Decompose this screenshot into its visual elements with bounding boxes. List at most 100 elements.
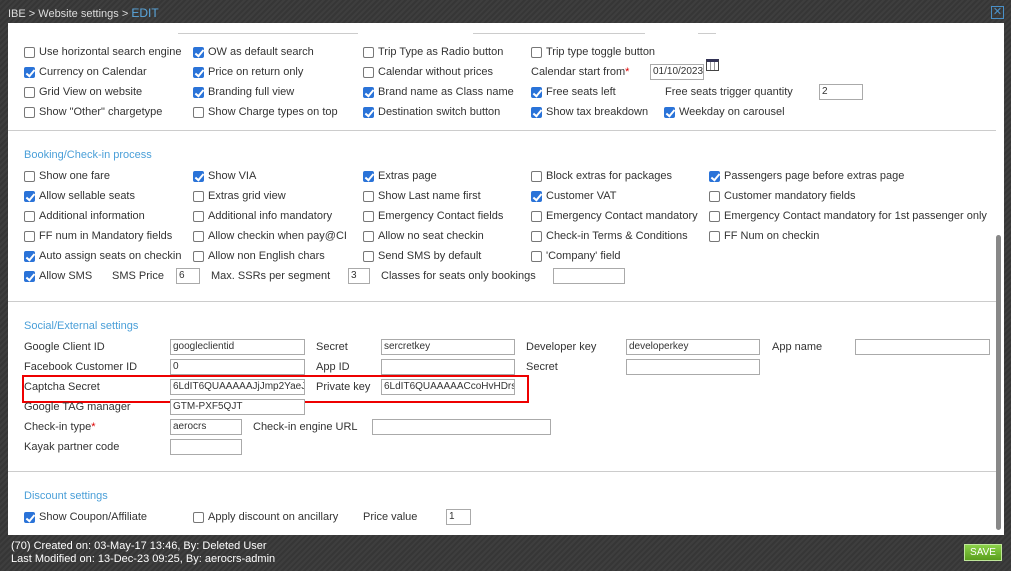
text-input[interactable] [855,339,990,355]
checkbox-icon[interactable] [531,230,542,242]
checkbox-calendar-without-prices[interactable]: Calendar without prices [363,65,493,79]
checkbox-icon[interactable] [363,170,374,182]
checkbox-allow-sms[interactable]: Allow SMS [24,269,92,283]
checkbox-icon[interactable] [193,250,204,262]
checkbox-show-last-name-first[interactable]: Show Last name first [363,189,481,203]
checkbox-emergency-contact-mandatory[interactable]: Emergency Contact mandatory [531,209,698,223]
save-button[interactable]: SAVE [964,544,1002,561]
close-icon[interactable]: ✕ [991,6,1004,19]
checkbox-icon[interactable] [531,210,542,222]
checkbox-additional-information[interactable]: Additional information [24,209,145,223]
checkbox-icon[interactable] [193,190,204,202]
checkbox-send-sms-by-default[interactable]: Send SMS by default [363,249,481,263]
text-input[interactable] [170,439,242,455]
checkbox-icon[interactable] [193,46,204,58]
checkbox-free-seats-left[interactable]: Free seats left [531,85,616,99]
checkbox-icon[interactable] [193,66,204,78]
checkbox-icon[interactable] [193,210,204,222]
checkbox-icon[interactable] [24,230,35,242]
checkbox-icon[interactable] [24,66,35,78]
checkbox-show-via[interactable]: Show VIA [193,169,256,183]
checkbox-show-other-chargetype[interactable]: Show "Other" chargetype [24,105,162,119]
text-input[interactable] [626,359,760,375]
checkbox-icon[interactable] [24,106,35,118]
checkbox-apply-discount-on-ancillary[interactable]: Apply discount on ancillary [193,510,338,524]
checkbox-icon[interactable] [709,170,720,182]
checkbox-icon[interactable] [193,511,204,523]
checkbox-check-in-terms-conditions[interactable]: Check-in Terms & Conditions [531,229,688,243]
checkbox-company-field[interactable]: 'Company' field [531,249,621,263]
checkbox-icon[interactable] [24,190,35,202]
checkbox-icon[interactable] [363,106,374,118]
checkbox-branding-full-view[interactable]: Branding full view [193,85,294,99]
checkbox-extras-page[interactable]: Extras page [363,169,437,183]
checkbox-ff-num-on-checkin[interactable]: FF Num on checkin [709,229,819,243]
checkbox-icon[interactable] [531,46,542,58]
checkbox-icon[interactable] [664,106,675,118]
checkbox-icon[interactable] [363,190,374,202]
checkbox-weekday-on-carousel[interactable]: Weekday on carousel [664,105,785,119]
checkbox-allow-no-seat-checkin[interactable]: Allow no seat checkin [363,229,484,243]
checkbox-block-extras-for-packages[interactable]: Block extras for packages [531,169,672,183]
checkbox-icon[interactable] [709,210,720,222]
checkbox-icon[interactable] [531,250,542,262]
checkbox-allow-checkin-when-pay-ci[interactable]: Allow checkin when pay@CI [193,229,347,243]
text-input[interactable]: sercretkey [381,339,515,355]
checkbox-show-coupon-affiliate[interactable]: Show Coupon/Affiliate [24,510,147,524]
checkbox-show-tax-breakdown[interactable]: Show tax breakdown [531,105,648,119]
checkbox-icon[interactable] [24,86,35,98]
checkbox-icon[interactable] [363,230,374,242]
text-input[interactable] [372,419,551,435]
checkbox-allow-non-english-chars[interactable]: Allow non English chars [193,249,325,263]
text-input[interactable]: 0 [170,359,305,375]
text-input[interactable]: 3 [348,268,370,284]
checkbox-icon[interactable] [193,86,204,98]
checkbox-extras-grid-view[interactable]: Extras grid view [193,189,286,203]
checkbox-icon[interactable] [193,170,204,182]
checkbox-icon[interactable] [531,190,542,202]
checkbox-icon[interactable] [531,106,542,118]
checkbox-icon[interactable] [24,210,35,222]
checkbox-icon[interactable] [24,511,35,523]
text-input[interactable]: aerocrs [170,419,242,435]
checkbox-icon[interactable] [709,230,720,242]
checkbox-icon[interactable] [193,106,204,118]
checkbox-icon[interactable] [24,46,35,58]
checkbox-emergency-contact-fields[interactable]: Emergency Contact fields [363,209,503,223]
checkbox-passengers-page-before-extras-page[interactable]: Passengers page before extras page [709,169,904,183]
checkbox-icon[interactable] [531,86,542,98]
checkbox-icon[interactable] [363,210,374,222]
text-input[interactable]: 6 [176,268,200,284]
checkbox-price-on-return-only[interactable]: Price on return only [193,65,303,79]
text-input[interactable]: 6LdIT6QUAAAAAJjJmp2YaeJ [170,379,305,395]
text-input[interactable] [553,268,625,284]
checkbox-use-horizontal-search-engine[interactable]: Use horizontal search engine [24,45,181,59]
checkbox-trip-type-toggle-button[interactable]: Trip type toggle button [531,45,655,59]
checkbox-icon[interactable] [363,66,374,78]
checkbox-emergency-contact-mandatory-for-1st-passenger-only[interactable]: Emergency Contact mandatory for 1st pass… [709,209,987,223]
checkbox-grid-view-on-website[interactable]: Grid View on website [24,85,142,99]
checkbox-icon[interactable] [193,230,204,242]
text-input[interactable]: 01/10/2023 [650,64,704,80]
checkbox-icon[interactable] [24,170,35,182]
checkbox-icon[interactable] [24,250,35,262]
checkbox-customer-vat[interactable]: Customer VAT [531,189,617,203]
text-input[interactable]: 1 [446,509,471,525]
checkbox-allow-sellable-seats[interactable]: Allow sellable seats [24,189,135,203]
checkbox-icon[interactable] [363,46,374,58]
checkbox-show-one-fare[interactable]: Show one fare [24,169,110,183]
checkbox-icon[interactable] [363,86,374,98]
text-input[interactable]: 2 [819,84,863,100]
checkbox-additional-info-mandatory[interactable]: Additional info mandatory [193,209,332,223]
checkbox-auto-assign-seats-on-checkin[interactable]: Auto assign seats on checkin [24,249,181,263]
checkbox-customer-mandatory-fields[interactable]: Customer mandatory fields [709,189,855,203]
text-input[interactable]: 6LdIT6QUAAAAACcoHvHDrs. [381,379,515,395]
text-input[interactable]: GTM-PXF5QJT [170,399,305,415]
text-input[interactable] [381,359,515,375]
checkbox-icon[interactable] [363,250,374,262]
checkbox-icon[interactable] [531,170,542,182]
scrollbar[interactable] [996,235,1001,530]
checkbox-trip-type-as-radio-button[interactable]: Trip Type as Radio button [363,45,503,59]
checkbox-currency-on-calendar[interactable]: Currency on Calendar [24,65,147,79]
checkbox-ff-num-in-mandatory-fields[interactable]: FF num in Mandatory fields [24,229,172,243]
